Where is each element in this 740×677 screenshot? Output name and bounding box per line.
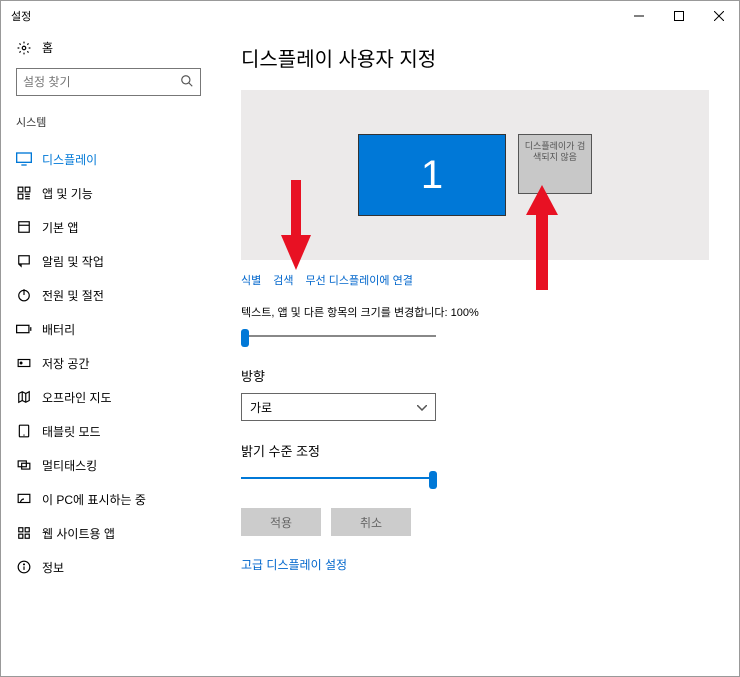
tablet-icon <box>16 424 32 438</box>
power-icon <box>16 288 32 302</box>
nav-label: 알림 및 작업 <box>42 253 104 270</box>
nav-item-tablet[interactable]: 태블릿 모드 <box>16 414 201 448</box>
annotation-arrow-down <box>281 180 311 270</box>
identify-link[interactable]: 식별 <box>241 272 261 288</box>
nav-label: 태블릿 모드 <box>42 423 101 440</box>
nav-item-storage[interactable]: 저장 공간 <box>16 346 201 380</box>
page-title: 디스플레이 사용자 지정 <box>241 43 709 72</box>
content: 디스플레이 사용자 지정 1 디스플레이가 검색되지 않음 식별 검색 무선 디… <box>216 31 739 676</box>
nav-label: 정보 <box>42 559 64 576</box>
scaling-label: 텍스트, 앱 및 다른 항목의 크기를 변경합니다: 100% <box>241 304 709 320</box>
window-title: 설정 <box>11 8 31 24</box>
orientation-heading: 방향 <box>241 366 709 385</box>
minimize-button[interactable] <box>619 1 659 31</box>
home-label: 홈 <box>42 39 53 56</box>
titlebar: 설정 <box>1 1 739 31</box>
chevron-down-icon <box>417 400 427 414</box>
nav-label: 저장 공간 <box>42 355 90 372</box>
display-1[interactable]: 1 <box>358 134 506 216</box>
display-arrangement[interactable]: 1 디스플레이가 검색되지 않음 <box>241 90 709 260</box>
maximize-button[interactable] <box>659 1 699 31</box>
sidebar: 홈 시스템 디스플레이 앱 및 기능 기본 앱 알림 및 작업 전원 및 절전 <box>1 31 216 676</box>
multitasking-icon <box>16 458 32 472</box>
nav-item-projecting[interactable]: 이 PC에 표시하는 중 <box>16 482 201 516</box>
nav-label: 웹 사이트용 앱 <box>42 525 115 542</box>
nav-label: 이 PC에 표시하는 중 <box>42 491 146 508</box>
home-link[interactable]: 홈 <box>16 39 201 56</box>
brightness-heading: 밝기 수준 조정 <box>241 441 709 460</box>
apply-button[interactable]: 적용 <box>241 508 321 536</box>
apps-icon <box>16 186 32 200</box>
storage-icon <box>16 356 32 370</box>
nav-label: 전원 및 절전 <box>42 287 104 304</box>
maps-icon <box>16 390 32 404</box>
scaling-slider[interactable] <box>241 326 436 346</box>
cancel-button[interactable]: 취소 <box>331 508 411 536</box>
nav-item-battery[interactable]: 배터리 <box>16 312 201 346</box>
category-label: 시스템 <box>16 114 201 130</box>
button-row: 적용 취소 <box>241 508 709 536</box>
gear-icon <box>16 41 32 55</box>
nav-label: 디스플레이 <box>42 151 97 168</box>
orientation-select[interactable]: 가로 <box>241 393 436 421</box>
advanced-display-link[interactable]: 고급 디스플레이 설정 <box>241 558 347 572</box>
nav-item-notifications[interactable]: 알림 및 작업 <box>16 244 201 278</box>
nav-item-default-apps[interactable]: 기본 앱 <box>16 210 201 244</box>
projecting-icon <box>16 492 32 506</box>
nav-item-offline-maps[interactable]: 오프라인 지도 <box>16 380 201 414</box>
nav-item-display[interactable]: 디스플레이 <box>16 142 201 176</box>
nav-item-apps[interactable]: 앱 및 기능 <box>16 176 201 210</box>
search-icon <box>180 74 194 91</box>
nav-item-apps-for-websites[interactable]: 웹 사이트용 앱 <box>16 516 201 550</box>
detect-link[interactable]: 검색 <box>273 272 293 288</box>
nav-label: 멀티태스킹 <box>42 457 97 474</box>
info-icon <box>16 560 32 574</box>
brightness-slider[interactable] <box>241 468 436 488</box>
close-button[interactable] <box>699 1 739 31</box>
display-links: 식별 검색 무선 디스플레이에 연결 <box>241 272 709 288</box>
notifications-icon <box>16 254 32 268</box>
website-apps-icon <box>16 526 32 540</box>
connect-wireless-link[interactable]: 무선 디스플레이에 연결 <box>306 272 413 288</box>
default-apps-icon <box>16 220 32 234</box>
nav-label: 오프라인 지도 <box>42 389 112 406</box>
orientation-value: 가로 <box>250 399 272 416</box>
window-controls <box>619 1 739 31</box>
search-input[interactable] <box>23 75 180 89</box>
search-box[interactable] <box>16 68 201 96</box>
nav-label: 배터리 <box>42 321 75 338</box>
display-icon <box>16 152 32 166</box>
nav-item-about[interactable]: 정보 <box>16 550 201 584</box>
battery-icon <box>16 323 32 335</box>
nav-label: 기본 앱 <box>42 219 78 236</box>
nav-label: 앱 및 기능 <box>42 185 93 202</box>
nav-item-multitasking[interactable]: 멀티태스킹 <box>16 448 201 482</box>
nav-item-power[interactable]: 전원 및 절전 <box>16 278 201 312</box>
annotation-arrow-up <box>526 185 558 290</box>
